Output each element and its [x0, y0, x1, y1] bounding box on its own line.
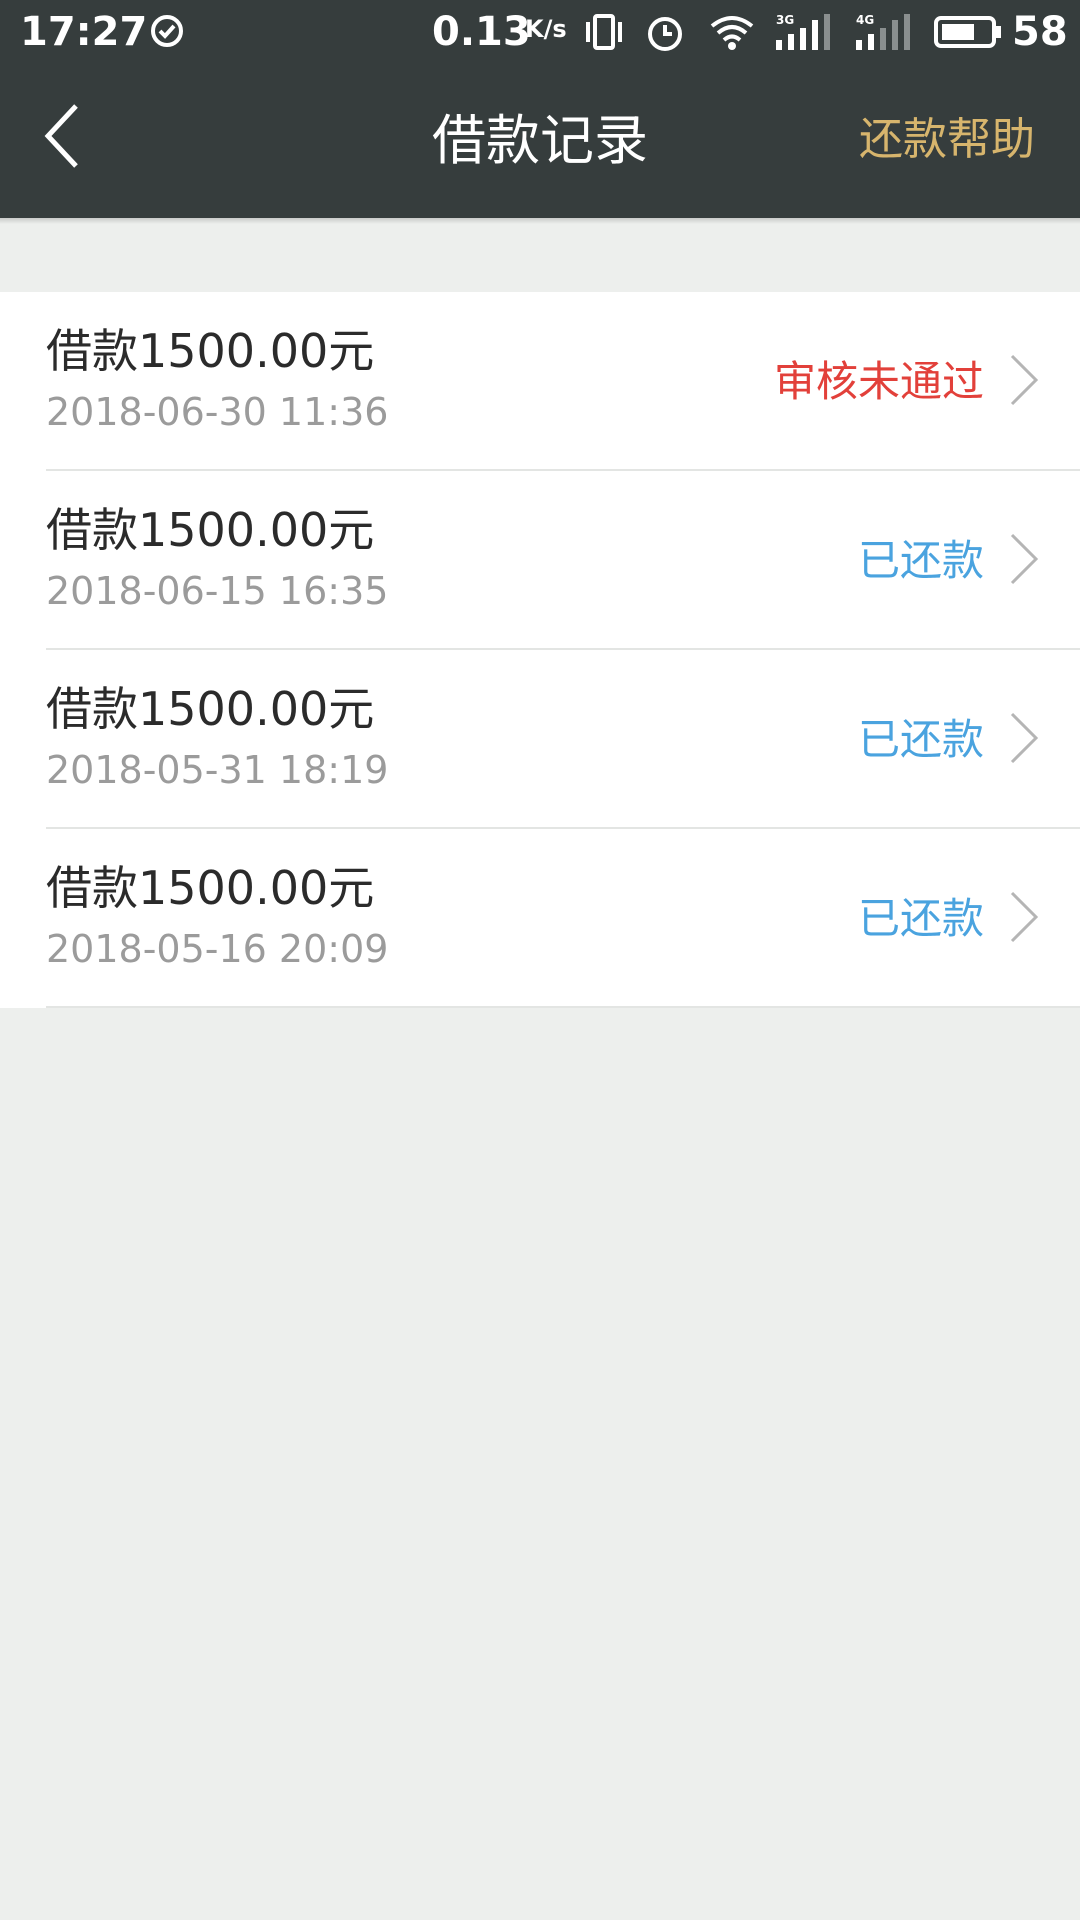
loan-date: 2018-05-31 18:19: [46, 748, 389, 792]
vibrate-icon: [586, 14, 622, 50]
loan-amount: 借款1500.00元: [46, 503, 375, 557]
status-net-speed-unit: K/s: [525, 15, 567, 43]
loan-date: 2018-05-16 20:09: [46, 927, 389, 971]
loan-record-list: 借款1500.00元 2018-06-30 11:36 审核未通过 借款1500…: [0, 292, 1080, 1008]
chevron-right-icon: [1010, 891, 1039, 943]
repayment-help-link[interactable]: 还款帮助: [859, 112, 1035, 168]
signal-3g-icon: 3G: [776, 13, 830, 50]
chevron-right-icon: [1010, 533, 1039, 585]
loan-status-repaid: 已还款: [857, 894, 984, 943]
loan-record-item[interactable]: 借款1500.00元 2018-05-16 20:09 已还款: [0, 829, 1080, 1008]
header-shadow: [0, 218, 1080, 224]
loan-amount: 借款1500.00元: [46, 861, 375, 915]
app-header: 借款记录 还款帮助: [0, 66, 1080, 218]
loan-status-rejected: 审核未通过: [773, 357, 984, 406]
loan-status-repaid: 已还款: [857, 715, 984, 764]
signal-4g-icon: 4G: [856, 13, 910, 50]
check-circle-icon: [151, 15, 183, 47]
wifi-icon: [710, 16, 754, 50]
loan-record-item[interactable]: 借款1500.00元 2018-05-31 18:19 已还款: [0, 650, 1080, 829]
alarm-icon: [648, 17, 682, 51]
signal-4g-label: 4G: [856, 13, 874, 27]
loan-date: 2018-06-15 16:35: [46, 569, 389, 613]
battery-percent: 58: [1012, 9, 1068, 55]
chevron-right-icon: [1010, 712, 1039, 764]
loan-amount: 借款1500.00元: [46, 324, 375, 378]
battery-icon: [934, 16, 1001, 48]
status-time: 17:27: [20, 9, 148, 55]
loan-date: 2018-06-30 11:36: [46, 390, 389, 434]
status-bar: 17:27 0.13 K/s 3G 4G 58: [0, 0, 1080, 66]
list-divider: [46, 1006, 1080, 1008]
chevron-right-icon: [1010, 354, 1039, 406]
loan-amount: 借款1500.00元: [46, 682, 375, 736]
status-net-speed: 0.13: [432, 9, 531, 55]
loan-record-item[interactable]: 借款1500.00元 2018-06-15 16:35 已还款: [0, 471, 1080, 650]
loan-status-repaid: 已还款: [857, 536, 984, 585]
loan-record-item[interactable]: 借款1500.00元 2018-06-30 11:36 审核未通过: [0, 292, 1080, 471]
signal-3g-label: 3G: [776, 13, 794, 27]
